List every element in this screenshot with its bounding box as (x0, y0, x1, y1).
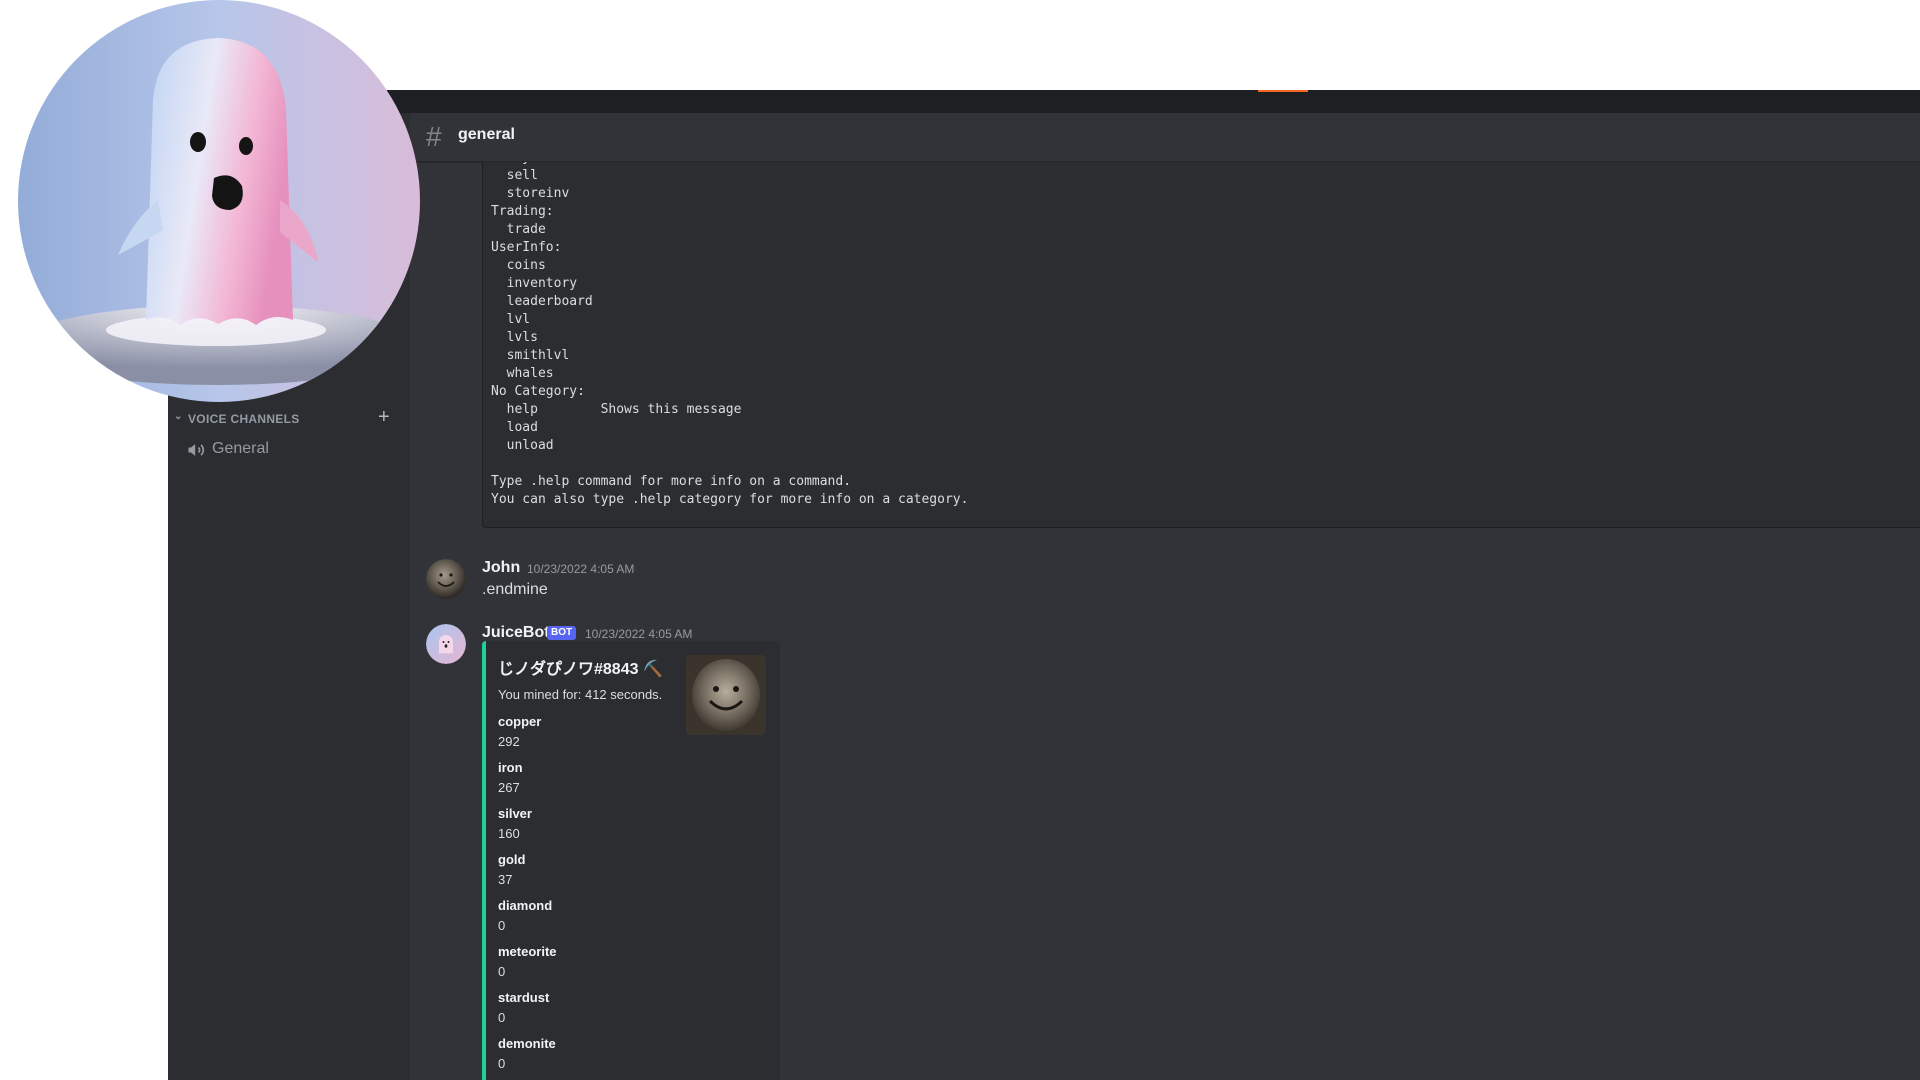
field-name: copper (498, 714, 542, 729)
field-value: 160 (498, 826, 520, 841)
title-bar-accent (1258, 90, 1308, 92)
channel-header: # general (410, 113, 1920, 162)
message-list[interactable]: buy sell storeinv Trading: trade UserInf… (410, 162, 1920, 1080)
field-name: demonite (498, 1036, 556, 1051)
embed-field-demonite: demonite 0 (498, 1036, 678, 1076)
embed-description: You mined for: 412 seconds. (498, 687, 663, 702)
embed-field-diamond: diamond 0 (498, 898, 678, 938)
avatar-john[interactable] (426, 559, 466, 599)
field-name: meteorite (498, 944, 557, 959)
field-name: silver (498, 806, 532, 821)
field-value: 0 (498, 918, 506, 933)
embed-field-copper: copper 292 (498, 714, 678, 754)
voice-category-label: VOICE CHANNELS (188, 412, 300, 426)
message-timestamp: 10/23/2022 4:05 AM (585, 627, 693, 641)
embed-field-stardust: stardust 0 (498, 990, 678, 1030)
field-value: 267 (498, 780, 520, 795)
webcam-overlay (18, 0, 420, 402)
message-content: .endmine (482, 581, 548, 598)
embed-thumbnail[interactable] (686, 655, 766, 735)
mining-embed: じノダぴノワ#8843 ⛏️ You mined for: 412 second… (482, 641, 780, 1080)
avatar-image (426, 624, 466, 664)
avatar-image (426, 559, 466, 599)
embed-field-silver: silver 160 (498, 806, 678, 846)
speaker-icon (188, 444, 205, 456)
field-value: 37 (498, 872, 513, 887)
title-bar (168, 90, 1920, 113)
field-value: 0 (498, 964, 506, 979)
channel-title: general (458, 126, 515, 143)
bot-tag: BOT (547, 626, 577, 640)
voice-channels-category[interactable]: ⌄ VOICE CHANNELS + (174, 406, 404, 428)
field-value: 0 (498, 1010, 506, 1025)
thumbnail-image (686, 655, 766, 735)
message-author[interactable]: John (482, 559, 520, 577)
field-name: stardust (498, 990, 550, 1005)
ghost-webcam-image (18, 0, 420, 402)
voice-channel-name: General (212, 440, 269, 457)
chevron-down-icon: ⌄ (174, 411, 183, 422)
embed-title: じノダぴノワ#8843 ⛏️ (498, 661, 663, 678)
hash-icon: # (426, 121, 442, 152)
help-output-text: buy sell storeinv Trading: trade UserInf… (491, 162, 969, 507)
help-code-block: buy sell storeinv Trading: trade UserInf… (482, 162, 1920, 528)
discord-window: ⌄ VOICE CHANNELS + General # general buy… (168, 90, 1920, 1080)
avatar-juicebot[interactable] (426, 624, 466, 664)
field-value: 0 (498, 1056, 506, 1071)
field-name: iron (498, 760, 523, 775)
voice-channel-general[interactable]: General (176, 435, 402, 465)
message-author[interactable]: JuiceBot (482, 624, 550, 642)
message-timestamp: 10/23/2022 4:05 AM (527, 562, 635, 576)
field-name: diamond (498, 898, 553, 913)
embed-field-meteorite: meteorite 0 (498, 944, 678, 984)
add-channel-plus-icon[interactable]: + (378, 406, 390, 429)
field-value: 292 (498, 734, 520, 749)
chat-area: # general buy sell storeinv Trading: tra… (410, 113, 1920, 1080)
embed-field-gold: gold 37 (498, 852, 678, 892)
embed-field-iron: iron 267 (498, 760, 678, 800)
field-name: gold (498, 852, 526, 867)
